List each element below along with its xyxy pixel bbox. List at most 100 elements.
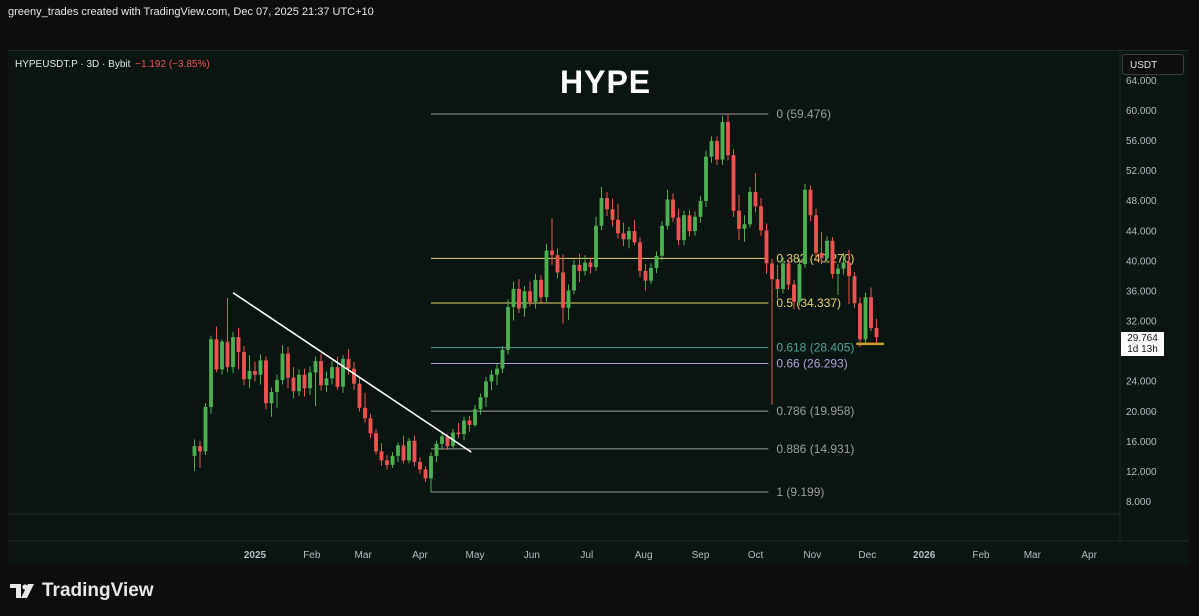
candle-body [649,267,653,281]
tradingview-logo-icon [10,584,34,598]
candle-body [572,264,576,291]
fib-level-label: 0.618 (28.405) [776,341,854,355]
price-tick-label: 36.000 [1126,286,1157,297]
candle-body [429,455,433,479]
candle-body [715,140,719,160]
currency-selector[interactable]: USDT [1122,54,1184,75]
chart-title: HYPE [560,64,652,100]
candle-body [434,443,439,456]
candle-body [275,379,279,392]
candle-body [742,224,747,229]
candle-body [401,445,406,461]
candle-body [247,370,252,380]
candle-countdown: 1d 13h [1127,344,1158,355]
price-tick-label: 20.000 [1126,407,1157,418]
candle-body [643,270,648,281]
candle-body [506,307,510,350]
symbol-name[interactable]: HYPEUSDT.P · 3D · Bybit [15,59,130,70]
candle-body [522,291,527,309]
price-axis: 64.000 60.000 56.000 52.000 48.000 44.000 40.0… [1126,76,1157,508]
time-tick-label: Jun [524,550,540,561]
price-tick-label: 52.000 [1126,166,1157,177]
time-tick-label: Oct [748,550,764,561]
candle-body [759,206,763,231]
time-tick-label: Mar [355,550,373,561]
candle-body [242,352,246,380]
time-tick-label: Jul [580,550,593,561]
price-change: −1.192 (−3.85%) [135,59,210,70]
candle-body [841,262,846,269]
time-tick-label: Apr [412,550,428,561]
candle-body [693,216,697,232]
candle-body [698,200,703,217]
candle-body [489,374,494,382]
candle-body [731,155,736,211]
candle-body [363,407,367,419]
candle-body [819,252,824,259]
candle-body [269,391,274,404]
candle-body [423,469,428,479]
candle-body [863,297,868,340]
candle-body [720,122,725,160]
time-tick-label: Feb [303,550,321,561]
candle-body [528,291,532,302]
price-tick-label: 32.000 [1126,317,1157,328]
candle-body [203,407,208,452]
candle-body [775,279,780,289]
candle-body [764,230,769,264]
candle-body [511,288,516,308]
candle-body [544,250,549,298]
time-tick-label: Aug [635,550,653,561]
candle-body [319,361,323,386]
candle-body [808,189,813,216]
candle-body [566,290,571,308]
candle-body [297,374,301,392]
candle-body [390,455,395,465]
candle-body [209,339,213,408]
candle-body [654,255,659,268]
candle-body [561,272,565,308]
candle-body [638,242,642,271]
candle-body [258,360,263,375]
candle-body [467,420,472,426]
candle-body [231,337,235,368]
tradingview-logo[interactable]: TradingView [10,580,154,602]
candle-body [418,461,422,470]
current-price-label: 29.764 1d 13h [1121,332,1164,356]
downtrend-line [232,292,472,453]
price-tick-label: 12.000 [1126,467,1157,478]
candle-body [539,279,543,298]
fib-level-label: 0.886 (14.931) [776,442,854,456]
price-tick-label: 16.000 [1126,437,1157,448]
candle-body [781,263,785,289]
candle-body [825,240,829,259]
symbol-info[interactable]: HYPEUSDT.P · 3D · Bybit −1.192 (−3.85%) [15,59,210,70]
candle-body [341,358,345,387]
candle-body [324,378,329,386]
candle-body [198,446,202,452]
candle-body [671,199,675,218]
candle-body [616,219,620,234]
candle-body [478,397,483,410]
candle-body [814,215,818,253]
time-tick-label: 2026 [913,550,936,561]
candle-body [352,368,356,384]
candle-body [621,233,626,240]
time-tick-label: Feb [972,550,990,561]
candle-body [869,297,873,329]
candle-body [687,215,692,232]
price-tick-label: 48.000 [1126,196,1157,207]
candle-body [792,284,796,302]
candle-body [858,303,862,340]
price-tick-label: 60.000 [1126,106,1157,117]
candle-body [594,225,598,268]
candle-body [533,279,538,302]
candle-body [709,140,714,157]
candle-body [500,349,505,369]
candle-body [495,368,499,375]
candle-body [704,156,708,201]
candle-body [737,210,741,229]
time-tick-label: Dec [858,550,876,561]
candle-body [577,264,582,271]
chart-separators [8,51,1189,542]
